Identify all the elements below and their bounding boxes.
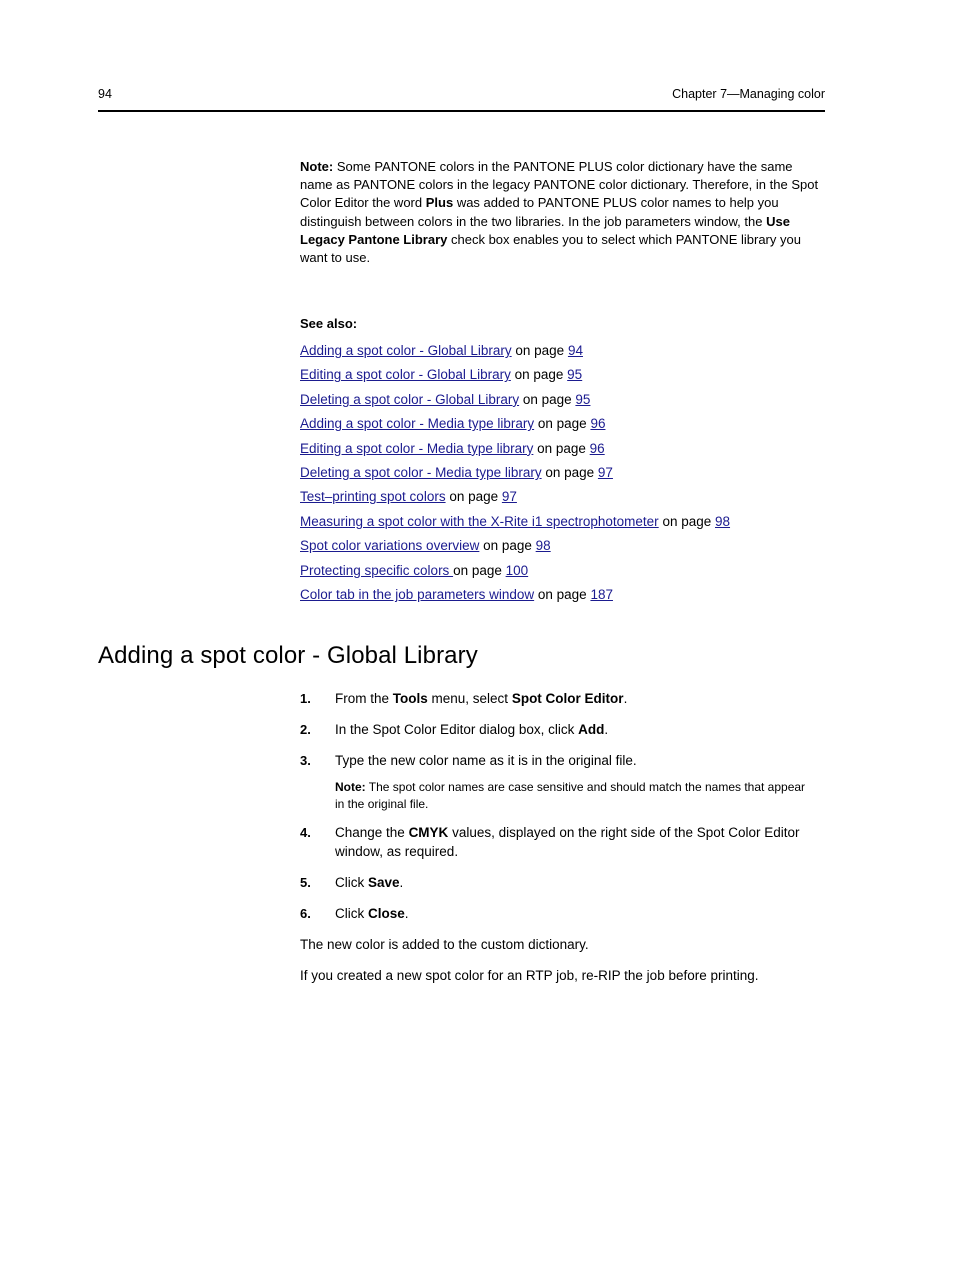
on-page-label: on page xyxy=(510,367,568,383)
intro-note-paragraph: Note: Some PANTONE colors in the PANTONE… xyxy=(300,158,820,267)
cross-reference-link[interactable]: Editing a spot color - Media type librar… xyxy=(300,441,533,456)
see-also-heading: See also: xyxy=(300,316,358,331)
cross-reference-link[interactable]: Color tab in the job parameters window xyxy=(300,587,534,602)
see-also-entry: Color tab in the job parameters window o… xyxy=(300,583,820,607)
cross-reference-page-number[interactable]: 96 xyxy=(590,441,605,456)
note-label: Note: xyxy=(300,159,334,174)
step-number: 2. xyxy=(300,722,311,737)
cross-reference-page-number[interactable]: 95 xyxy=(575,392,590,407)
document-page: 94 Chapter 7—Managing color Note: Some P… xyxy=(0,0,954,1270)
cross-reference-link[interactable]: Deleting a spot color - Media type libra… xyxy=(300,465,542,480)
step-note: Note: The spot color names are case sens… xyxy=(335,779,807,812)
on-page-label: on page xyxy=(534,587,591,603)
cross-reference-page-number[interactable]: 100 xyxy=(506,563,529,578)
see-also-entry: Editing a spot color - Media type librar… xyxy=(300,437,820,461)
on-page-label: on page xyxy=(445,489,502,505)
page-title: Adding a spot color - Global Library xyxy=(98,642,478,669)
note-label: Note: xyxy=(335,780,366,794)
see-also-entry: Adding a spot color - Global Library on … xyxy=(300,339,820,363)
cross-reference-page-number[interactable]: 94 xyxy=(568,343,583,358)
steps-container: 1. From the Tools menu, select Spot Color… xyxy=(300,690,822,986)
closing-paragraph: The new color is added to the custom dic… xyxy=(300,936,589,952)
see-also-list: Adding a spot color - Global Library on … xyxy=(300,339,820,607)
on-page-label: on page xyxy=(453,562,506,578)
on-page-label: on page xyxy=(533,440,590,456)
emphasis-text: Tools xyxy=(392,691,428,706)
see-also-entry: Measuring a spot color with the X-Rite i… xyxy=(300,510,820,534)
cross-reference-link[interactable]: Adding a spot color - Media type library xyxy=(300,416,534,431)
cross-reference-page-number[interactable]: 98 xyxy=(536,538,551,553)
see-also-entry: Deleting a spot color - Global Library o… xyxy=(300,388,820,412)
see-also-section: See also: Adding a spot color - Global L… xyxy=(300,315,820,607)
on-page-label: on page xyxy=(511,343,568,358)
cross-reference-link[interactable]: Spot color variations overview xyxy=(300,538,479,553)
on-page-label: on page xyxy=(658,513,715,529)
step-text: Change the CMYK values, displayed on the… xyxy=(335,825,800,859)
procedure-step: 5. Click Save. xyxy=(300,874,822,893)
step-text: In the Spot Color Editor dialog box, cli… xyxy=(335,722,609,737)
header-divider xyxy=(98,110,825,112)
cross-reference-page-number[interactable]: 96 xyxy=(590,416,605,431)
procedure-step: 6. Click Close. xyxy=(300,905,822,924)
cross-reference-link[interactable]: Measuring a spot color with the X-Rite i… xyxy=(300,514,659,529)
step-text: Click Save. xyxy=(335,874,404,890)
procedure-list: 1. From the Tools menu, select Spot Color… xyxy=(300,690,822,986)
see-also-entry: Adding a spot color - Media type library… xyxy=(300,412,820,436)
cross-reference-link[interactable]: Deleting a spot color - Global Library xyxy=(300,392,519,407)
step-number: 5. xyxy=(300,874,311,890)
see-also-entry: Deleting a spot color - Media type libra… xyxy=(300,461,820,485)
procedure-step: 2. In the Spot Color Editor dialog box, c… xyxy=(300,721,822,740)
closing-paragraph: If you created a new spot color for an R… xyxy=(300,968,759,984)
emphasis-text: Add xyxy=(578,722,605,737)
cross-reference-link[interactable]: Adding a spot color - Global Library xyxy=(300,343,512,358)
cross-reference-link[interactable]: Test–printing spot colors xyxy=(300,489,446,504)
on-page-label: on page xyxy=(541,465,598,481)
cross-reference-page-number[interactable]: 187 xyxy=(590,587,613,602)
on-page-label: on page xyxy=(479,538,536,554)
note-body: Some PANTONE colors in the PANTONE PLUS … xyxy=(300,159,819,266)
procedure-step: 1. From the Tools menu, select Spot Color… xyxy=(300,690,822,709)
emphasis-text: Close xyxy=(368,905,405,921)
step-number: 6. xyxy=(300,905,311,921)
procedure-step: 3. Type the new color name as it is in th… xyxy=(300,752,822,771)
page-number: 94 xyxy=(98,87,112,101)
emphasis-text: CMYK xyxy=(408,825,449,840)
step-text: Type the new color name as it is in the … xyxy=(335,753,637,768)
step-number: 3. xyxy=(300,753,311,768)
procedure-step: 4. Change the CMYK values, displayed on t… xyxy=(300,824,822,861)
intro-note-block: Note: Some PANTONE colors in the PANTONE… xyxy=(300,158,820,267)
see-also-entry: Test–printing spot colors on page 97 xyxy=(300,485,820,509)
cross-reference-page-number[interactable]: 95 xyxy=(567,367,582,382)
see-also-entry: Editing a spot color - Global Library on… xyxy=(300,363,820,387)
see-also-entry: Spot color variations overview on page 9… xyxy=(300,534,820,558)
emphasis-text: Plus xyxy=(425,195,454,211)
cross-reference-link[interactable]: Editing a spot color - Global Library xyxy=(300,367,511,382)
cross-reference-page-number[interactable]: 97 xyxy=(502,489,517,504)
on-page-label: on page xyxy=(534,416,591,432)
emphasis-text: Save xyxy=(368,874,400,890)
step-text: Click Close. xyxy=(335,905,409,921)
on-page-label: on page xyxy=(519,391,576,407)
step-text: From the Tools menu, select Spot Color E… xyxy=(335,691,628,706)
chapter-title: Chapter 7—Managing color xyxy=(672,87,825,101)
step-number: 4. xyxy=(300,825,311,840)
emphasis-text: Spot Color Editor xyxy=(511,691,624,706)
cross-reference-page-number[interactable]: 98 xyxy=(715,514,730,529)
cross-reference-page-number[interactable]: 97 xyxy=(598,465,613,480)
cross-reference-link[interactable]: Protecting specific colors xyxy=(300,563,453,578)
step-number: 1. xyxy=(300,691,311,706)
running-header: 94 Chapter 7—Managing color xyxy=(98,86,825,102)
note-body: The spot color names are case sensitive … xyxy=(335,780,806,811)
see-also-entry: Protecting specific colors on page 100 xyxy=(300,559,820,583)
